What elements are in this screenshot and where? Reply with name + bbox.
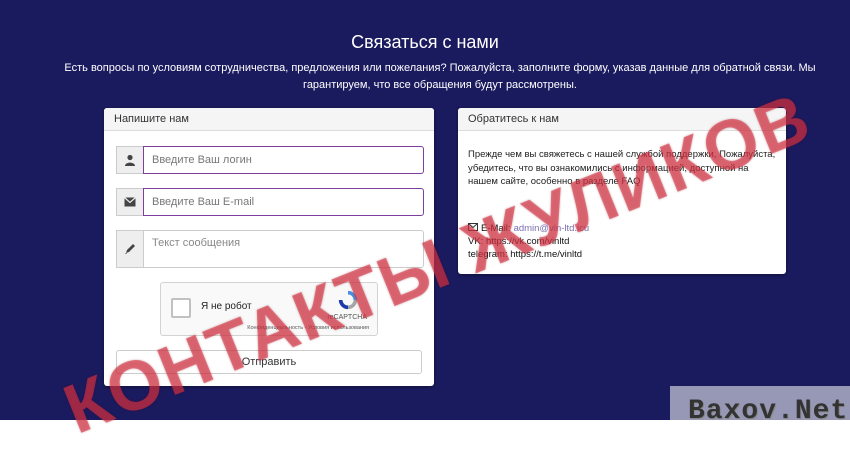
submit-button[interactable]: Отправить — [116, 350, 422, 374]
contact-info-card: Обратитесь к нам Прежде чем вы свяжетесь… — [458, 108, 786, 274]
contact-email-label: E-Mail: — [481, 223, 511, 234]
login-input[interactable] — [143, 146, 424, 174]
recaptcha-widget: Я не робот reCAPTCHA Конфиденциальность … — [160, 282, 378, 336]
contact-list: E-Mail: admin@vin-ltd.icu VK: https://vk… — [468, 222, 589, 261]
login-row — [116, 146, 424, 174]
envelope-icon — [468, 222, 478, 235]
contact-email: E-Mail: admin@vin-ltd.icu — [468, 222, 589, 235]
recaptcha-terms-link[interactable]: Конфиденциальность - Условия использован… — [247, 325, 369, 331]
pencil-icon — [116, 230, 143, 268]
email-input[interactable] — [143, 188, 424, 216]
message-row — [116, 230, 424, 270]
email-row — [116, 188, 424, 216]
contact-telegram: telegram: https://t.me/vinltd — [468, 248, 589, 261]
form-header: Напишите нам — [104, 108, 434, 131]
contact-vk: VK: https://vk.com/vinltd — [468, 235, 589, 248]
message-textarea[interactable] — [143, 230, 424, 268]
page-title: Связаться с нами — [351, 32, 499, 52]
recaptcha-label: Я не робот — [201, 301, 252, 312]
site-watermark-text: Baxov.Net — [688, 396, 849, 427]
info-header: Обратитесь к нам — [458, 108, 786, 131]
envelope-icon — [116, 188, 143, 216]
info-text: Прежде чем вы свяжетесь с нашей службой … — [468, 149, 776, 187]
contact-email-link[interactable]: admin@vin-ltd.icu — [514, 222, 590, 235]
recaptcha-checkbox[interactable] — [171, 298, 191, 318]
recaptcha-logo-icon — [338, 290, 358, 310]
page-subtitle: Есть вопросы по условиям сотрудничества,… — [64, 62, 816, 91]
recaptcha-brand: reCAPTCHA — [327, 314, 367, 321]
contact-vk-label[interactable]: VK: https://vk.com/vinltd — [468, 235, 569, 248]
site-watermark: Baxov.Net — [670, 386, 850, 434]
contact-form-card: Напишите нам Я не робот reCAPTCHA Конфид… — [104, 108, 434, 386]
contact-telegram-label[interactable]: telegram: https://t.me/vinltd — [468, 248, 582, 261]
user-icon — [116, 146, 143, 174]
